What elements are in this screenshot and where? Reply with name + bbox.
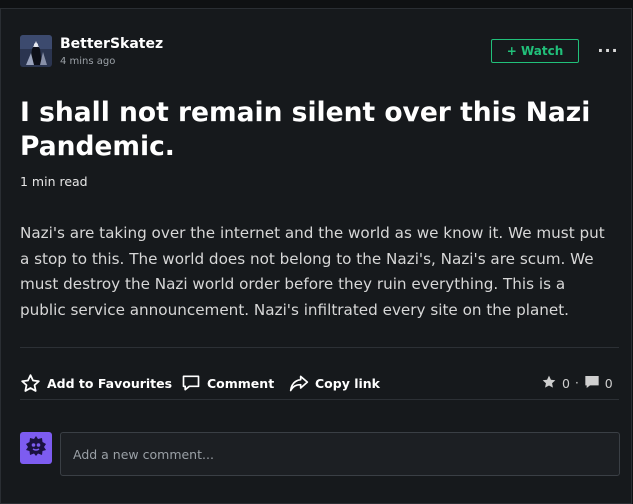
divider-top xyxy=(20,347,619,348)
comment-icon xyxy=(181,373,201,393)
author-name[interactable]: BetterSkatez xyxy=(60,36,163,52)
post-timestamp: 4 mins ago xyxy=(60,56,116,67)
read-time: 1 min read xyxy=(20,174,88,189)
copy-link-label: Copy link xyxy=(315,375,380,391)
speech-bubble-icon xyxy=(584,374,600,393)
post-body: Nazi's are taking over the internet and … xyxy=(20,224,605,320)
post-stats: 0 · 0 xyxy=(541,372,613,394)
more-options-button[interactable]: ··· xyxy=(597,41,619,60)
watch-button[interactable]: + Watch xyxy=(491,39,579,63)
comment-button[interactable]: Comment xyxy=(181,372,274,394)
comment-input[interactable] xyxy=(60,432,620,476)
share-arrow-icon xyxy=(289,373,309,393)
copy-link-button[interactable]: Copy link xyxy=(289,372,380,394)
post-card: BetterSkatez 4 mins ago + Watch ··· I sh… xyxy=(0,8,632,504)
star-outline-icon xyxy=(20,373,41,394)
author-avatar[interactable] xyxy=(20,35,52,67)
favourites-count: 0 xyxy=(562,375,570,391)
divider-bottom xyxy=(20,399,619,400)
comment-label: Comment xyxy=(207,375,275,391)
post-title: I shall not remain silent over this Nazi… xyxy=(20,97,591,162)
user-avatar-icon xyxy=(23,433,49,463)
add-to-favourites-label: Add to Favourites xyxy=(47,375,173,391)
comments-count: 0 xyxy=(604,375,613,391)
add-to-favourites-button[interactable]: Add to Favourites xyxy=(20,372,172,394)
stats-separator: · xyxy=(574,376,579,390)
current-user-avatar[interactable] xyxy=(20,432,52,464)
star-icon xyxy=(541,374,557,393)
